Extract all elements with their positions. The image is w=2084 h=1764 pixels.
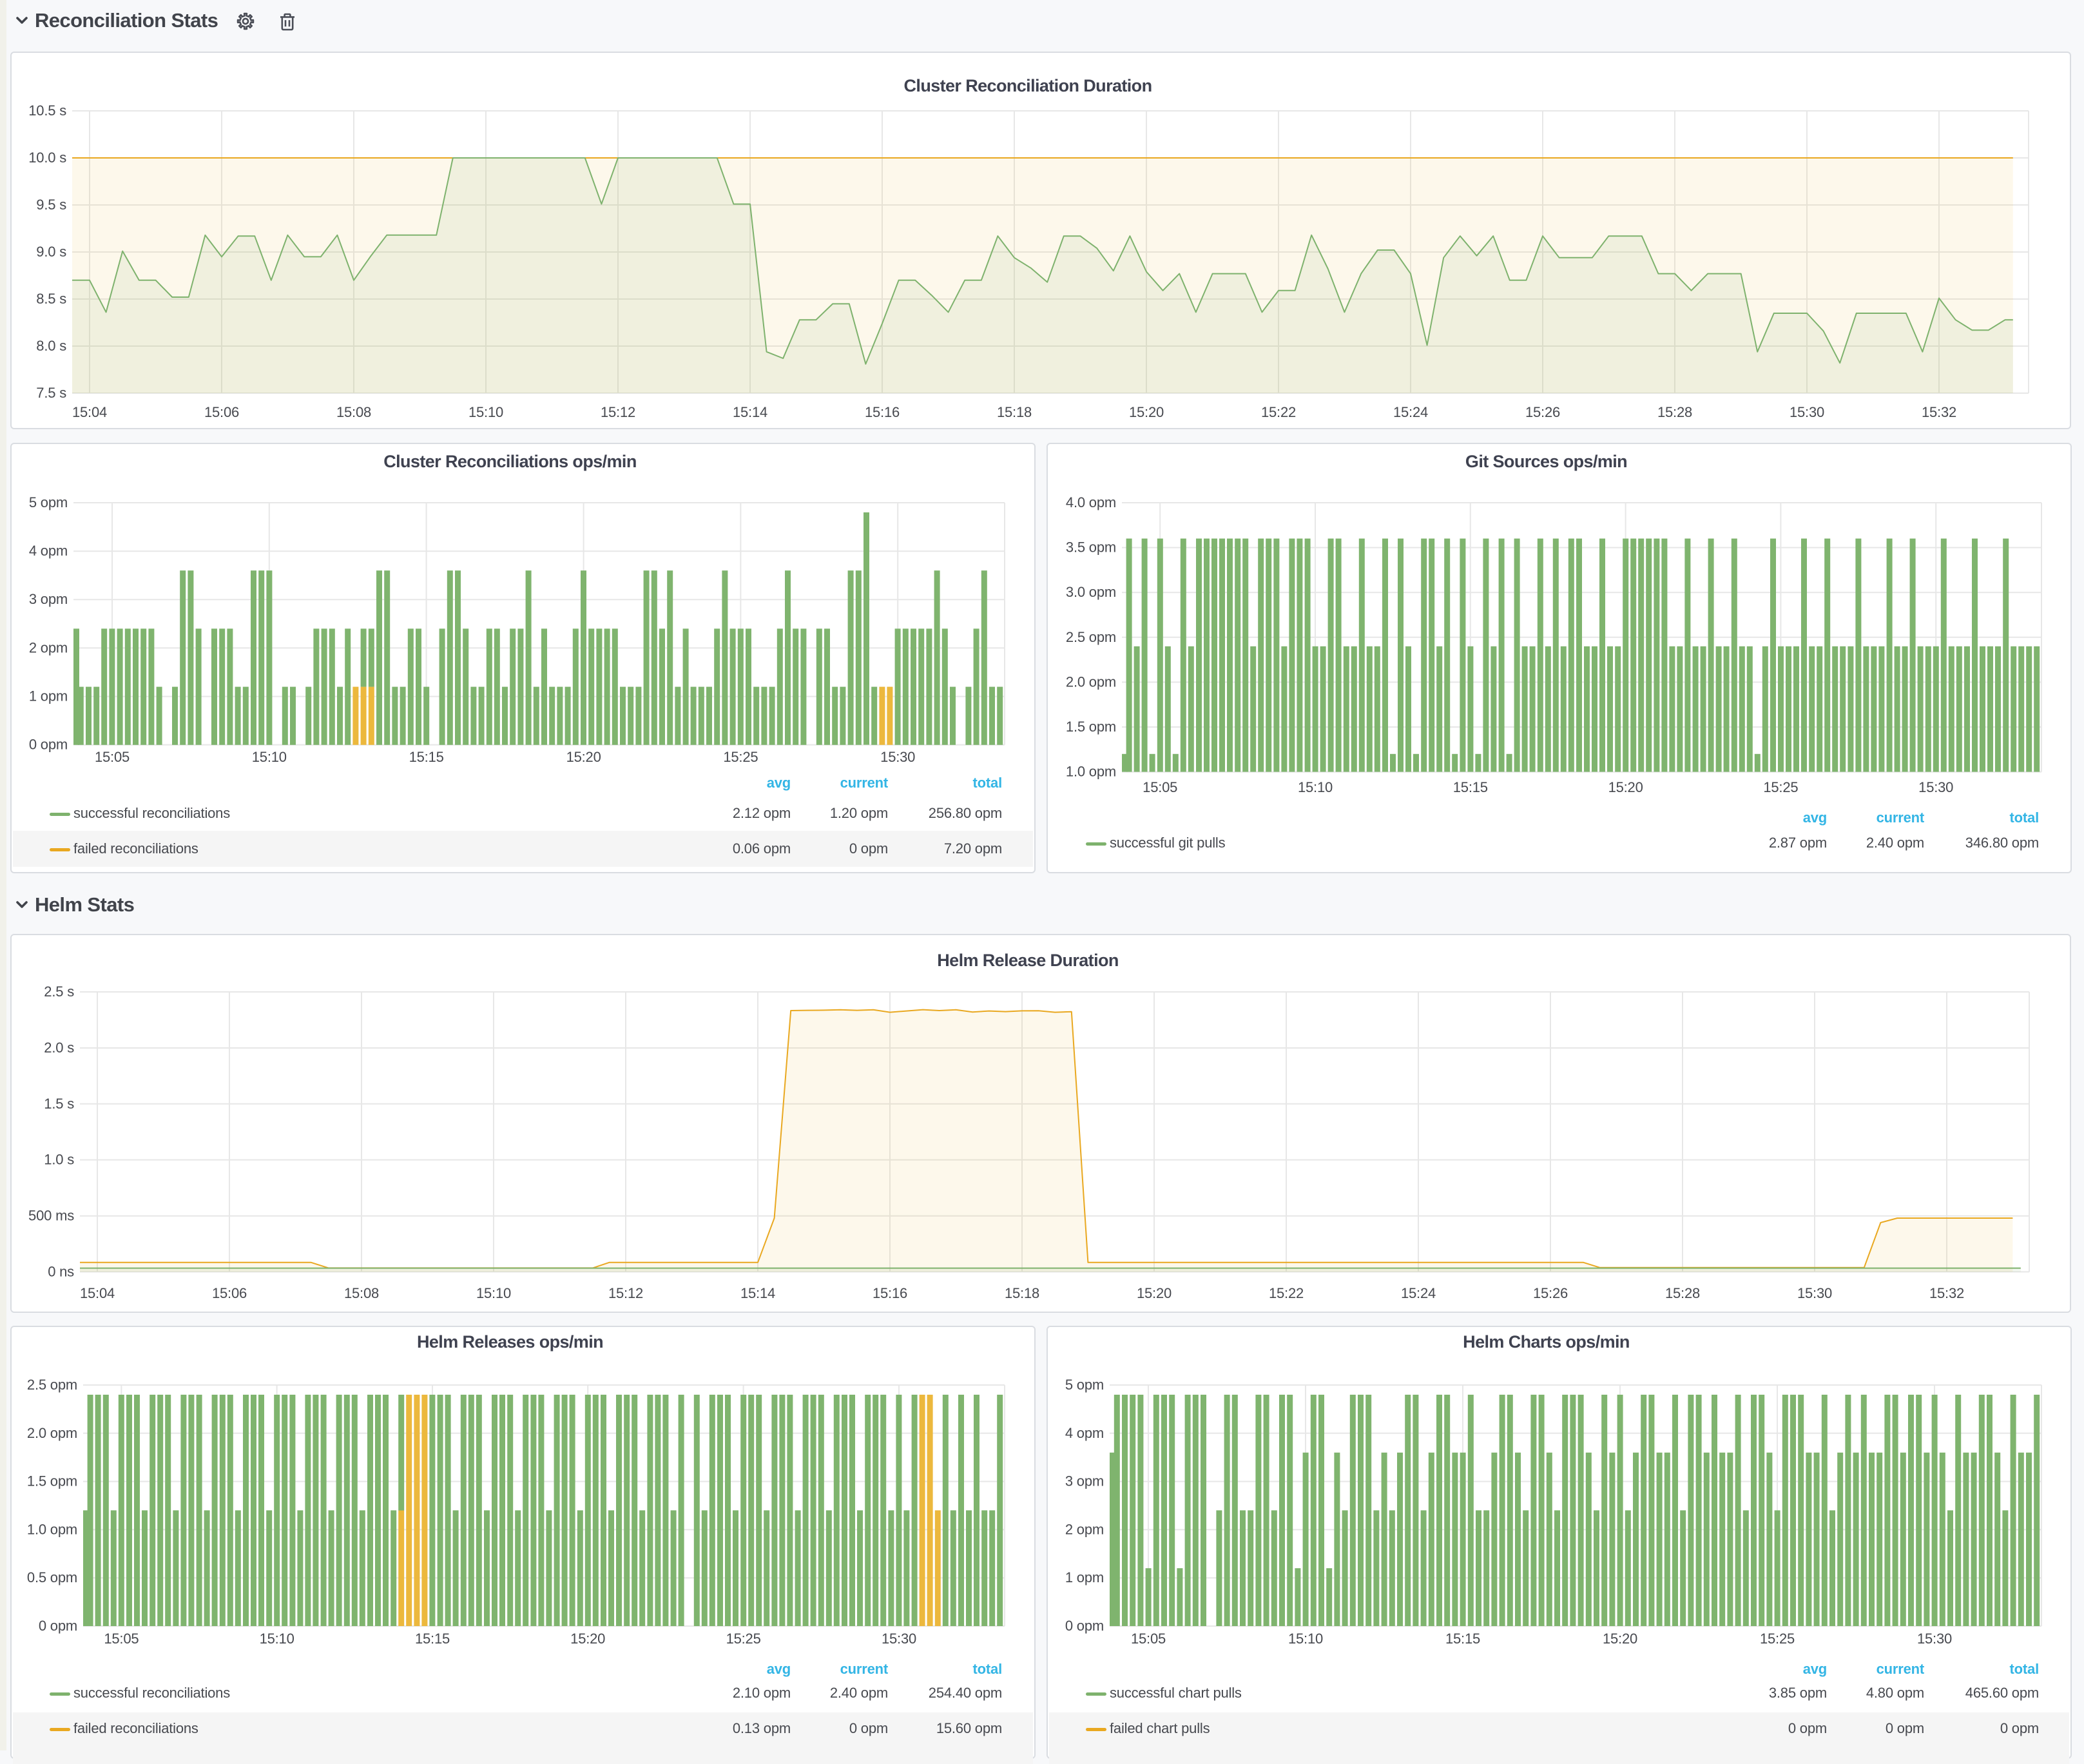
svg-text:15:08: 15:08	[336, 404, 371, 420]
svg-text:0 opm: 0 opm	[39, 1618, 77, 1634]
svg-text:15:15: 15:15	[415, 1631, 450, 1647]
svg-text:15:05: 15:05	[1143, 779, 1177, 795]
svg-text:15:25: 15:25	[1760, 1631, 1795, 1647]
svg-text:0 opm: 0 opm	[29, 737, 68, 753]
svg-text:15:30: 15:30	[1797, 1285, 1832, 1301]
svg-text:15:24: 15:24	[1393, 404, 1428, 420]
svg-text:15:10: 15:10	[1298, 779, 1333, 795]
svg-text:15:26: 15:26	[1525, 404, 1560, 420]
svg-text:15:20: 15:20	[1608, 779, 1643, 795]
svg-text:1.5 opm: 1.5 opm	[27, 1473, 77, 1489]
svg-text:15:20: 15:20	[1129, 404, 1164, 420]
svg-text:15:32: 15:32	[1922, 404, 1956, 420]
svg-text:5 opm: 5 opm	[1065, 1377, 1104, 1393]
svg-text:5 opm: 5 opm	[29, 494, 68, 510]
svg-text:15:05: 15:05	[1131, 1631, 1166, 1647]
svg-text:2.0 opm: 2.0 opm	[27, 1425, 77, 1441]
svg-text:15:30: 15:30	[1918, 779, 1953, 795]
svg-text:1.5 opm: 1.5 opm	[1066, 719, 1116, 735]
svg-text:15:22: 15:22	[1261, 404, 1296, 420]
svg-text:15:18: 15:18	[997, 404, 1032, 420]
svg-text:15:05: 15:05	[95, 749, 130, 765]
svg-text:4 opm: 4 opm	[29, 543, 68, 559]
svg-text:1.5 s: 1.5 s	[44, 1096, 74, 1112]
svg-text:0.5 opm: 0.5 opm	[27, 1569, 77, 1585]
svg-text:2.5 opm: 2.5 opm	[1066, 629, 1116, 645]
svg-text:15:10: 15:10	[468, 404, 503, 420]
svg-text:15:20: 15:20	[1137, 1285, 1172, 1301]
svg-text:15:10: 15:10	[260, 1631, 294, 1647]
svg-text:15:16: 15:16	[865, 404, 900, 420]
svg-text:10.0 s: 10.0 s	[28, 150, 66, 166]
svg-text:15:04: 15:04	[72, 404, 107, 420]
svg-text:15:20: 15:20	[570, 1631, 605, 1647]
svg-text:15:20: 15:20	[566, 749, 601, 765]
svg-text:15:25: 15:25	[723, 749, 758, 765]
svg-text:15:06: 15:06	[204, 404, 239, 420]
svg-text:15:25: 15:25	[726, 1631, 761, 1647]
svg-text:1.0 opm: 1.0 opm	[27, 1521, 77, 1537]
svg-text:15:05: 15:05	[104, 1631, 139, 1647]
svg-text:15:28: 15:28	[1665, 1285, 1700, 1301]
svg-text:15:28: 15:28	[1657, 404, 1692, 420]
svg-text:2.0 s: 2.0 s	[44, 1040, 74, 1056]
svg-text:15:30: 15:30	[880, 749, 915, 765]
svg-text:15:25: 15:25	[1763, 779, 1798, 795]
svg-text:15:12: 15:12	[608, 1285, 643, 1301]
svg-text:15:30: 15:30	[1917, 1631, 1952, 1647]
svg-text:15:10: 15:10	[476, 1285, 511, 1301]
svg-text:15:30: 15:30	[882, 1631, 916, 1647]
svg-text:15:04: 15:04	[80, 1285, 115, 1301]
svg-text:500 ms: 500 ms	[28, 1208, 74, 1224]
svg-text:15:10: 15:10	[252, 749, 287, 765]
svg-text:2 opm: 2 opm	[29, 639, 68, 655]
svg-text:15:15: 15:15	[1445, 1631, 1480, 1647]
svg-text:15:30: 15:30	[1790, 404, 1824, 420]
svg-text:15:26: 15:26	[1533, 1285, 1568, 1301]
svg-text:2.5 opm: 2.5 opm	[27, 1377, 77, 1393]
svg-text:0 opm: 0 opm	[1065, 1618, 1104, 1634]
svg-text:3.0 opm: 3.0 opm	[1066, 584, 1116, 600]
svg-text:3.5 opm: 3.5 opm	[1066, 539, 1116, 556]
svg-text:15:15: 15:15	[1453, 779, 1488, 795]
svg-text:0 ns: 0 ns	[48, 1264, 74, 1280]
svg-text:10.5 s: 10.5 s	[28, 102, 66, 119]
svg-text:15:08: 15:08	[344, 1285, 379, 1301]
svg-text:9.0 s: 9.0 s	[36, 244, 66, 260]
svg-text:15:12: 15:12	[601, 404, 635, 420]
svg-text:15:18: 15:18	[1005, 1285, 1039, 1301]
svg-text:1.0 s: 1.0 s	[44, 1152, 74, 1168]
svg-text:3 opm: 3 opm	[1065, 1473, 1104, 1489]
svg-text:1 opm: 1 opm	[29, 688, 68, 704]
svg-text:15:15: 15:15	[409, 749, 444, 765]
svg-text:15:14: 15:14	[733, 404, 767, 420]
svg-text:2.5 s: 2.5 s	[44, 984, 74, 1000]
svg-text:15:06: 15:06	[212, 1285, 247, 1301]
svg-text:8.5 s: 8.5 s	[36, 291, 66, 307]
svg-text:2 opm: 2 opm	[1065, 1521, 1104, 1537]
svg-text:4.0 opm: 4.0 opm	[1066, 494, 1116, 510]
svg-text:15:14: 15:14	[740, 1285, 775, 1301]
svg-text:2.0 opm: 2.0 opm	[1066, 674, 1116, 690]
svg-text:7.5 s: 7.5 s	[36, 385, 66, 401]
svg-text:1.0 opm: 1.0 opm	[1066, 764, 1116, 780]
svg-text:15:16: 15:16	[873, 1285, 907, 1301]
svg-text:4 opm: 4 opm	[1065, 1425, 1104, 1441]
svg-text:9.5 s: 9.5 s	[36, 197, 66, 213]
svg-text:15:20: 15:20	[1603, 1631, 1637, 1647]
svg-text:15:22: 15:22	[1269, 1285, 1304, 1301]
svg-text:3 opm: 3 opm	[29, 591, 68, 607]
svg-text:15:10: 15:10	[1288, 1631, 1323, 1647]
svg-text:8.0 s: 8.0 s	[36, 338, 66, 354]
svg-text:15:32: 15:32	[1929, 1285, 1964, 1301]
svg-text:1 opm: 1 opm	[1065, 1569, 1104, 1585]
svg-text:15:24: 15:24	[1401, 1285, 1436, 1301]
